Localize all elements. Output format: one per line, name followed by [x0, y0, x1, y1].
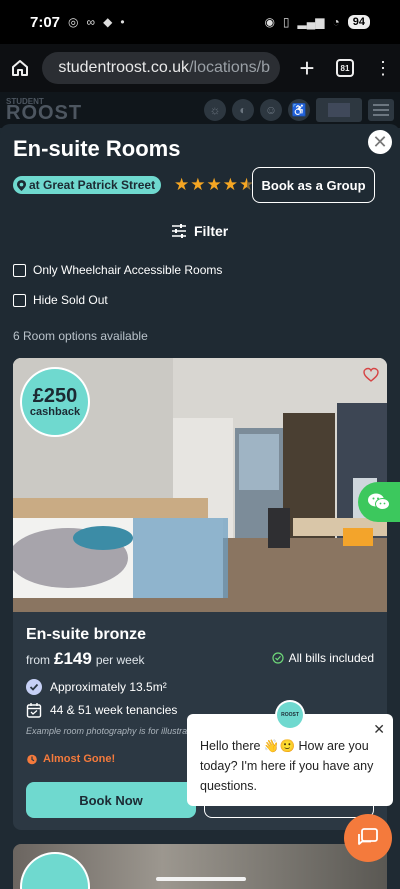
stopwatch-icon: [27, 754, 37, 765]
app-icon: ◆: [103, 15, 113, 29]
site-header: STUDENT ROOST ☼ ◐ ☺ ♿: [0, 92, 400, 128]
room-options-count: 6 Room options available: [13, 329, 148, 343]
room-size: Approximately 13.5m²: [50, 680, 167, 694]
browser-menu-icon[interactable]: ⋮: [374, 59, 392, 77]
address-bar[interactable]: studentroost.co.uk/locations/b: [42, 52, 280, 84]
vibrate-icon: ▯: [282, 15, 290, 29]
menu-icon[interactable]: [368, 99, 394, 121]
photo-disclaimer: Example room photography is for illustra: [26, 726, 188, 736]
link-icon: ∞: [86, 15, 96, 29]
whatsapp-icon: ◎: [68, 15, 79, 29]
sold-out-checkbox[interactable]: [13, 293, 26, 307]
uk-flag-icon: [328, 103, 350, 117]
browser-toolbar: studentroost.co.uk/locations/b + 81 ⋮: [0, 44, 400, 92]
cashback-label: cashback: [29, 406, 81, 418]
tab-switcher-button[interactable]: 81: [336, 59, 354, 77]
book-as-group-button[interactable]: Book as a Group: [252, 167, 375, 203]
calendar-icon: [26, 703, 42, 718]
chat-message: Hello there 👋🙂 How are you today? I'm he…: [200, 739, 374, 793]
chat-icon: [358, 828, 378, 845]
chat-welcome-bubble[interactable]: ROOST ✕ Hello there 👋🙂 How are you today…: [187, 702, 393, 806]
hotspot-icon: ◉: [264, 15, 275, 29]
bills-included: All bills included: [272, 651, 374, 665]
location-badge: at Great Patrick Street: [13, 176, 162, 194]
star-icon: ★: [206, 175, 222, 194]
status-time: 7:07: [30, 13, 61, 31]
language-selector[interactable]: [316, 98, 362, 122]
chat-avatar: ROOST: [277, 702, 303, 728]
wechat-icon: [368, 493, 390, 510]
price-row: from £149 per week: [26, 649, 145, 669]
cashback-amount: £250: [32, 385, 78, 407]
book-now-button[interactable]: Book Now: [26, 782, 196, 818]
filter-button[interactable]: Filter: [172, 223, 228, 239]
tenancy-feature: 44 & 51 week tenancies: [26, 702, 177, 718]
dark-mode-icon[interactable]: ◐: [232, 99, 254, 121]
favorite-heart-icon[interactable]: [363, 367, 379, 383]
close-icon[interactable]: ✕: [373, 718, 385, 740]
room-card-next[interactable]: [13, 844, 387, 889]
gesture-nav-bar[interactable]: [156, 877, 246, 881]
wheelchair-label: Only Wheelchair Accessible Rooms: [33, 263, 223, 277]
wifi-icon: ◔: [332, 15, 340, 29]
urgency-label: Almost Gone!: [26, 753, 115, 765]
star-rating: ★ ★ ★ ★ ★: [174, 176, 254, 194]
room-name: En-suite bronze: [26, 626, 147, 643]
wheelchair-filter[interactable]: Only Wheelchair Accessible Rooms: [13, 263, 222, 277]
cashback-badge: £250 cashback: [22, 369, 88, 435]
location-pin-icon: [17, 179, 26, 191]
home-icon[interactable]: [8, 56, 32, 80]
check-circle-icon: [272, 652, 284, 664]
sold-out-label: Hide Sold Out: [33, 293, 108, 307]
price-value: £149: [54, 649, 92, 668]
room-photo[interactable]: £250 cashback: [13, 358, 387, 612]
new-tab-icon[interactable]: +: [296, 55, 318, 81]
star-icon: ★: [190, 175, 206, 194]
status-bar: 7:07 ◎ ∞ ◆ • ◉ ▯ ▂▄▆ ◔ 94: [0, 0, 400, 44]
check-badge-icon: [26, 679, 42, 695]
brightness-icon[interactable]: ☼: [204, 99, 226, 121]
wheelchair-checkbox[interactable]: [13, 263, 26, 277]
room-size-feature: Approximately 13.5m²: [26, 679, 167, 695]
wechat-button[interactable]: [358, 482, 400, 522]
modal-title: En-suite Rooms: [13, 136, 181, 161]
filter-label: Filter: [194, 223, 229, 239]
site-logo[interactable]: STUDENT ROOST: [6, 97, 82, 123]
dot-icon: •: [120, 15, 125, 29]
signal-icon: ▂▄▆: [297, 15, 325, 29]
chat-launcher-button[interactable]: [344, 814, 392, 862]
star-icon: ★: [222, 175, 238, 194]
accessibility-icon[interactable]: ♿: [288, 99, 310, 121]
price-prefix: from: [26, 653, 50, 667]
filter-sliders-icon: [172, 224, 186, 238]
bills-label: All bills included: [288, 651, 374, 665]
battery-indicator: 94: [347, 15, 370, 29]
url-text: studentroost.co.uk/locations/b: [58, 59, 270, 77]
tenancy-length: 44 & 51 week tenancies: [50, 703, 178, 717]
smiley-icon[interactable]: ☺: [260, 99, 282, 121]
price-suffix: per week: [95, 653, 145, 667]
star-icon: ★: [174, 175, 190, 194]
url-path: /locations/b: [189, 59, 270, 76]
location-label: at Great Patrick Street: [29, 178, 156, 192]
url-domain: studentroost.co.uk: [58, 59, 190, 76]
close-icon[interactable]: ✕: [368, 130, 392, 154]
sold-out-filter[interactable]: Hide Sold Out: [13, 293, 108, 307]
